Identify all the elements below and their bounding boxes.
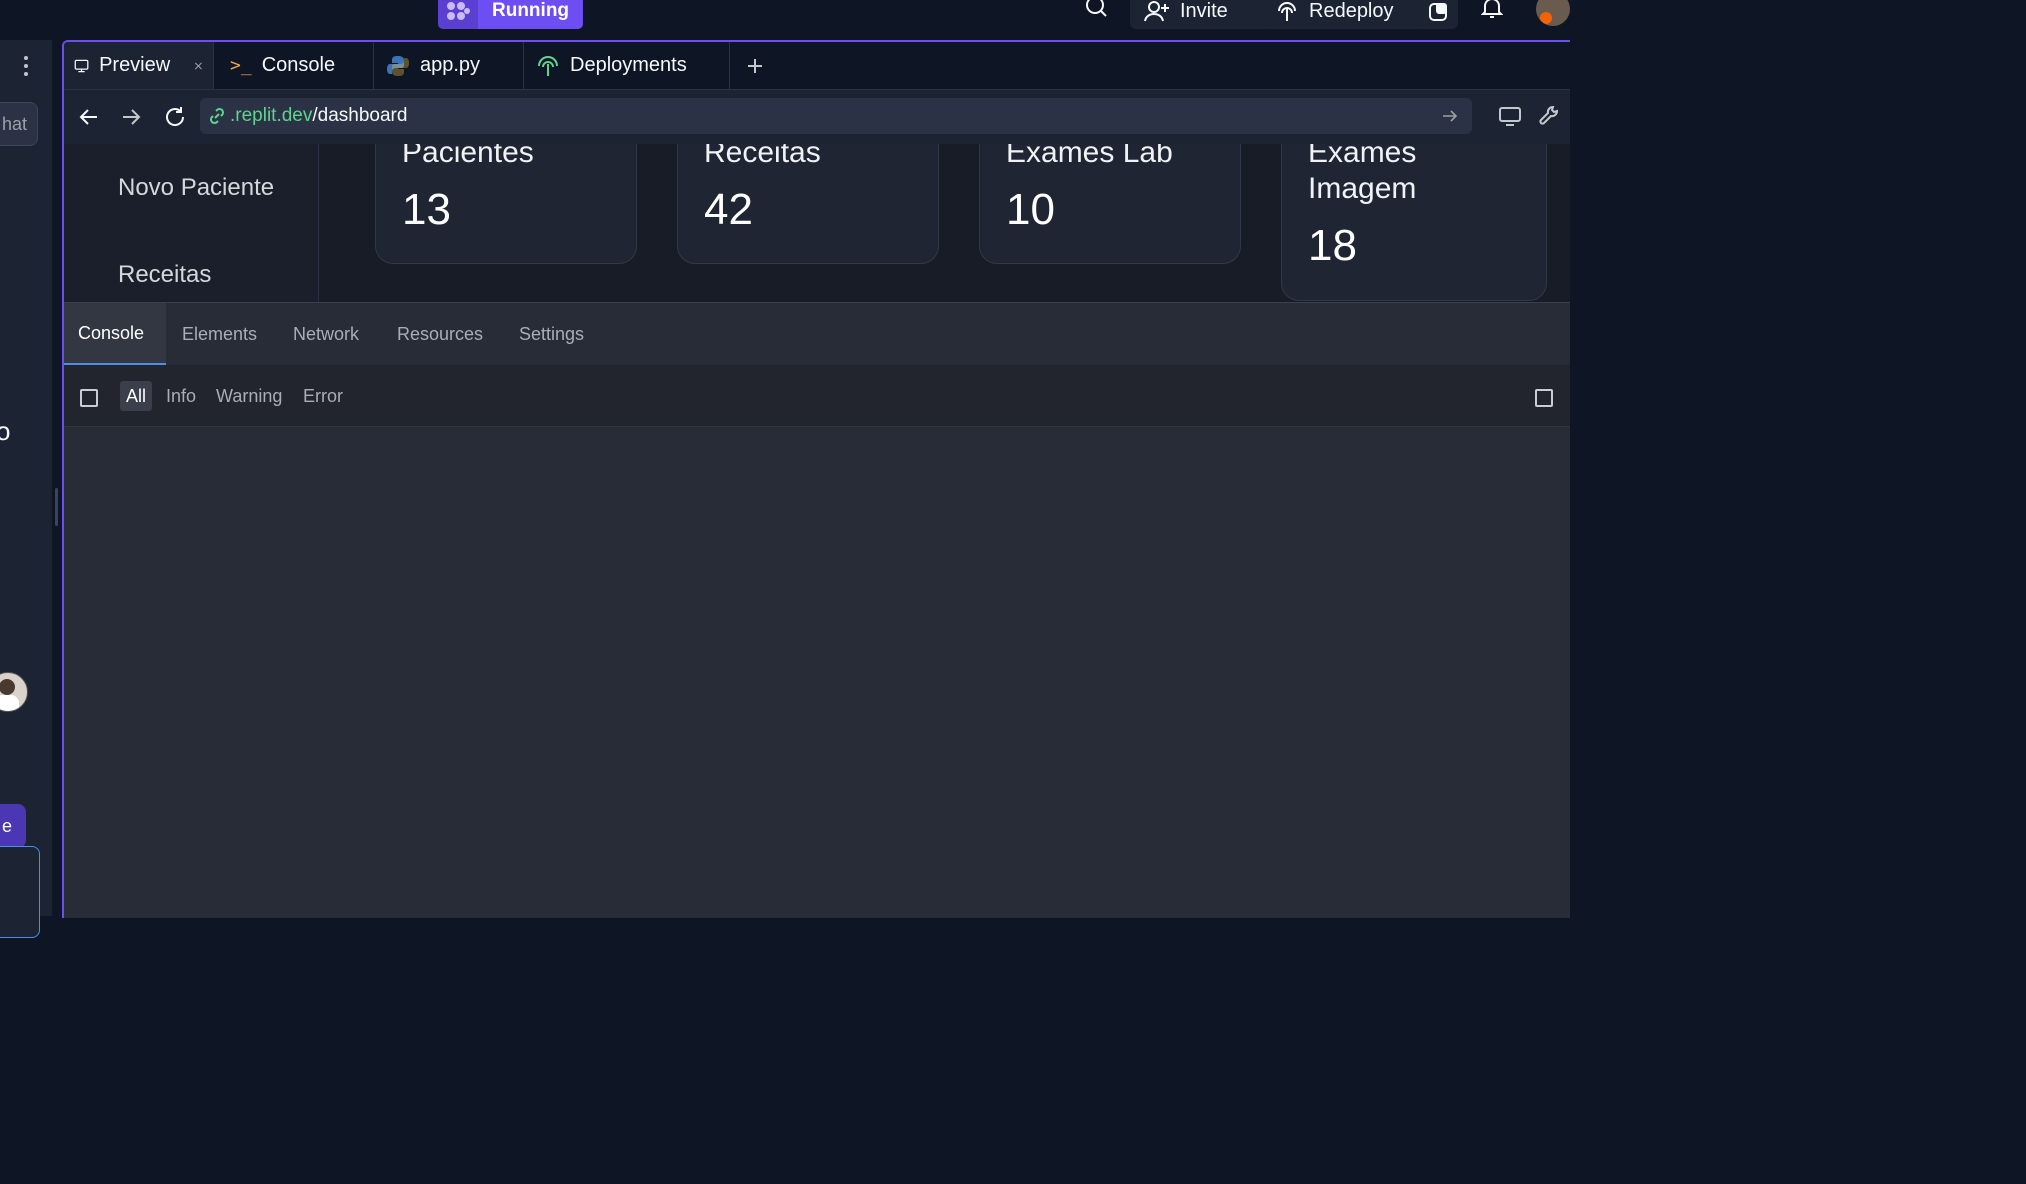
- monitor-icon: [74, 59, 89, 72]
- devtools-tabs: Console Elements Network Resources Setti…: [64, 303, 1570, 366]
- terminal-icon: >_: [230, 55, 252, 76]
- top-bar: Running Invite Redeploy: [0, 0, 1570, 40]
- tab-preview[interactable]: Preview: [64, 42, 214, 89]
- pane-text-fragment: o: [0, 416, 11, 446]
- add-tab-icon[interactable]: [744, 55, 766, 77]
- devtools-panel: Console Elements Network Resources Setti…: [64, 302, 1570, 918]
- avatar-badge: [1540, 12, 1552, 24]
- close-icon[interactable]: [194, 59, 203, 73]
- clear-console-checkbox[interactable]: [80, 389, 98, 407]
- card-title: Receitas: [704, 144, 821, 169]
- tab-label: Deployments: [570, 54, 687, 76]
- deployments-icon: [538, 55, 558, 76]
- layout-icon: [1429, 2, 1447, 21]
- tab-label: app.py: [420, 54, 481, 76]
- card-value: 13: [402, 185, 451, 234]
- forward-icon[interactable]: [120, 106, 142, 133]
- tab-label: Preview: [99, 54, 171, 76]
- bell-icon[interactable]: [1478, 0, 1506, 22]
- card-title: Exames Imagem: [1308, 144, 1417, 205]
- run-icon: [438, 0, 478, 29]
- stat-card-exames-imagem: Exames Imagem 18: [1281, 144, 1547, 301]
- search-icon[interactable]: [1082, 0, 1110, 22]
- device-preview-icon[interactable]: [1498, 106, 1522, 133]
- level-filter-error[interactable]: Error: [297, 381, 349, 411]
- go-icon[interactable]: [1442, 109, 1458, 123]
- pane-action-label: e: [1, 815, 12, 836]
- card-value: 42: [704, 185, 753, 234]
- card-title: Exames Lab: [1006, 144, 1173, 169]
- run-button[interactable]: Running: [438, 0, 584, 29]
- back-icon[interactable]: [78, 106, 100, 133]
- add-user-icon: [1144, 0, 1169, 21]
- reload-icon[interactable]: [163, 105, 187, 134]
- tab-label: Console: [261, 54, 336, 76]
- card-value: 18: [1308, 221, 1357, 270]
- chat-tab-button[interactable]: hat: [0, 102, 38, 146]
- layout-toggle-button[interactable]: [1418, 0, 1458, 29]
- left-chat-pane: hat o e: [0, 40, 52, 938]
- stat-card-exames-lab: Exames Lab 10: [979, 144, 1241, 264]
- user-avatar[interactable]: [0, 672, 28, 712]
- chat-tab-label: hat: [1, 113, 27, 134]
- run-status: Running: [478, 0, 584, 29]
- chat-input-box[interactable]: [0, 846, 40, 938]
- preview-viewport: Novo Paciente Receitas Pacientes 13 Rece…: [64, 144, 1570, 302]
- expand-console-icon[interactable]: [1535, 389, 1553, 407]
- url-bar[interactable]: .replit.dev/dashboard: [200, 98, 1472, 134]
- tab-bar: Preview >_ Console app.py Deployments: [64, 42, 1570, 90]
- app-sidebar: Novo Paciente Receitas: [64, 144, 319, 302]
- stat-card-pacientes: Pacientes 13: [375, 144, 637, 264]
- url-domain: .replit.dev: [230, 105, 313, 126]
- redeploy-label: Redeploy: [1309, 0, 1394, 22]
- level-filter-info[interactable]: Info: [160, 381, 202, 411]
- python-icon: [387, 55, 409, 76]
- stat-card-receitas: Receitas 42: [677, 144, 939, 264]
- devtools-wrench-icon[interactable]: [1538, 104, 1562, 133]
- devtools-tab-elements[interactable]: Elements: [168, 303, 271, 365]
- url-path: /dashboard: [312, 105, 408, 126]
- avatar[interactable]: [1536, 0, 1570, 26]
- console-filter-bar: All Info Warning Error: [64, 365, 1570, 427]
- invite-label: Invite: [1180, 0, 1228, 22]
- nav-item-receitas[interactable]: Receitas: [118, 261, 211, 289]
- invite-button[interactable]: Invite: [1130, 0, 1278, 29]
- tab-app-py[interactable]: app.py: [374, 42, 524, 89]
- url-row: .replit.dev/dashboard: [64, 90, 1570, 144]
- devtools-tab-settings[interactable]: Settings: [505, 303, 598, 365]
- pane-resize-handle[interactable]: [55, 488, 58, 526]
- tab-deployments[interactable]: Deployments: [524, 42, 730, 89]
- more-vertical-icon[interactable]: [18, 54, 34, 78]
- tab-console[interactable]: >_ Console: [216, 42, 374, 89]
- card-title: Pacientes: [402, 144, 534, 169]
- devtools-tab-network[interactable]: Network: [279, 303, 373, 365]
- console-output[interactable]: [64, 427, 1570, 918]
- nav-item-novo-paciente[interactable]: Novo Paciente: [118, 174, 274, 202]
- level-filter-all[interactable]: All: [120, 381, 153, 411]
- devtools-tab-resources[interactable]: Resources: [383, 303, 497, 365]
- deploy-icon: [1278, 1, 1296, 21]
- level-filter-warning[interactable]: Warning: [210, 381, 288, 411]
- devtools-tab-console[interactable]: Console: [64, 303, 166, 365]
- main-pane: Preview >_ Console app.py Deployments .r…: [62, 40, 1570, 918]
- pane-action-button[interactable]: e: [0, 804, 26, 848]
- card-value: 10: [1006, 185, 1055, 234]
- link-icon: [209, 107, 225, 125]
